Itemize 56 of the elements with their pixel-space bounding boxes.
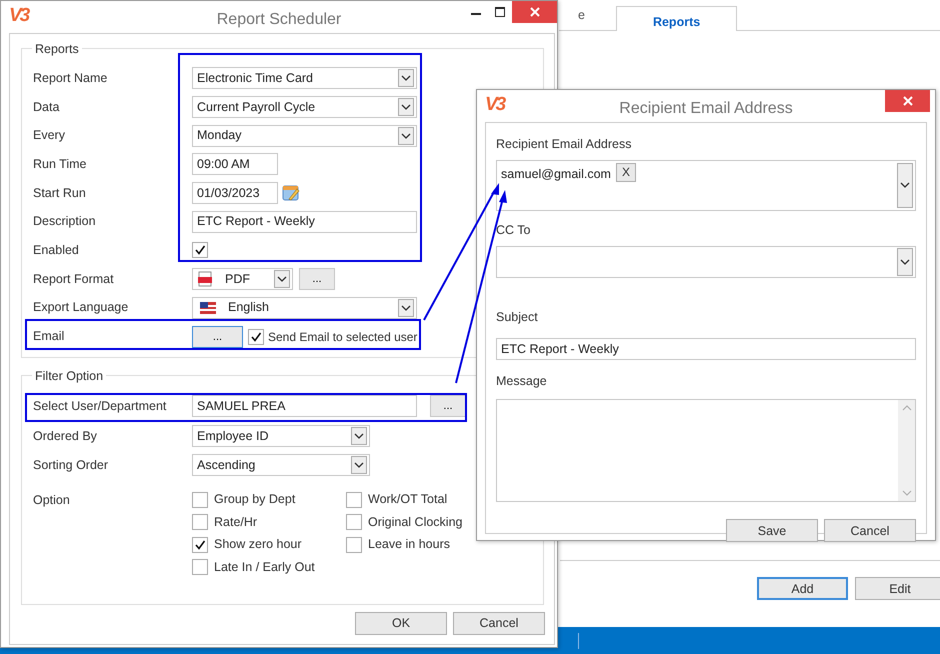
field-label: Ordered By — [33, 428, 98, 445]
remove-button[interactable]: X — [616, 162, 636, 182]
field-label: Sorting Order — [33, 456, 110, 474]
edit-button[interactable]: Edit — [855, 577, 940, 600]
field-label: Run Time — [33, 156, 88, 174]
field-label: Select User/Department — [33, 398, 168, 415]
app-logo: V3 — [485, 94, 504, 116]
app-logo: V3 — [9, 5, 28, 27]
checkbox-label: Show zero hour — [214, 536, 302, 554]
checkbox-label: Send Email to selected user — [268, 328, 418, 346]
dropdown[interactable]: Employee ID — [192, 425, 370, 448]
tab[interactable]: Reports — [616, 6, 738, 31]
field-label: Enabled — [33, 242, 80, 260]
dropdown[interactable]: PDF — [192, 268, 293, 290]
more-button[interactable]: ... — [430, 395, 466, 418]
text-field[interactable]: 09:00 AM — [192, 153, 278, 176]
date-field[interactable]: 01/03/2023 — [192, 182, 278, 204]
text-field[interactable]: ETC Report - Weekly — [192, 210, 417, 233]
dropdown[interactable]: English — [192, 296, 417, 319]
field-label: Description — [33, 213, 97, 230]
checkbox-label: Leave in hours — [368, 536, 450, 554]
checkbox-label: Group by Dept — [214, 491, 296, 508]
dropdown[interactable]: Current Payroll Cycle — [192, 96, 417, 118]
subject-field[interactable]: ETC Report - Weekly — [496, 338, 916, 360]
more-button[interactable]: ... — [192, 326, 243, 348]
checkbox-label: Original Clocking — [368, 514, 462, 531]
field-label: Email — [33, 328, 66, 346]
dropdown[interactable]: Monday — [192, 124, 417, 147]
window-title: Recipient Email Address — [619, 100, 793, 117]
save-button[interactable]: Save — [726, 519, 818, 542]
field-label: Message — [496, 373, 548, 390]
tab[interactable]: e — [559, 0, 586, 30]
field-label: CC To — [496, 222, 532, 239]
dropdown[interactable]: Electronic Time Card — [192, 67, 417, 90]
cancel-button[interactable]: Cancel — [824, 519, 916, 542]
field-label: Export Language — [33, 299, 130, 316]
add-button[interactable]: Add — [757, 577, 848, 600]
recipient-field[interactable]: samuel@gmail.com X — [496, 160, 916, 211]
field-label: Every — [33, 127, 66, 144]
field-label: Subject — [496, 308, 539, 326]
field-label: Report Format — [33, 270, 115, 288]
field-label: Start Run — [33, 184, 87, 202]
field-label: Data — [33, 98, 60, 116]
checkbox-label: Work/OT Total — [368, 491, 448, 508]
window-title: Report Scheduler — [216, 11, 342, 28]
field-label: Option — [33, 492, 71, 510]
cancel-button[interactable]: Cancel — [453, 612, 545, 635]
field-label: Recipient Email Address — [496, 136, 632, 153]
text-field[interactable]: SAMUEL PREA — [192, 395, 417, 418]
field-label: Report Name — [33, 70, 108, 87]
dropdown[interactable]: Ascending — [192, 454, 370, 476]
checkbox-label: Rate/Hr — [214, 514, 258, 531]
recipient-email: samuel@gmail.com — [501, 166, 611, 183]
ok-button[interactable]: OK — [355, 612, 447, 635]
checkbox-label: Late In / Early Out — [214, 558, 315, 576]
more-button[interactable]: ... — [299, 268, 335, 290]
